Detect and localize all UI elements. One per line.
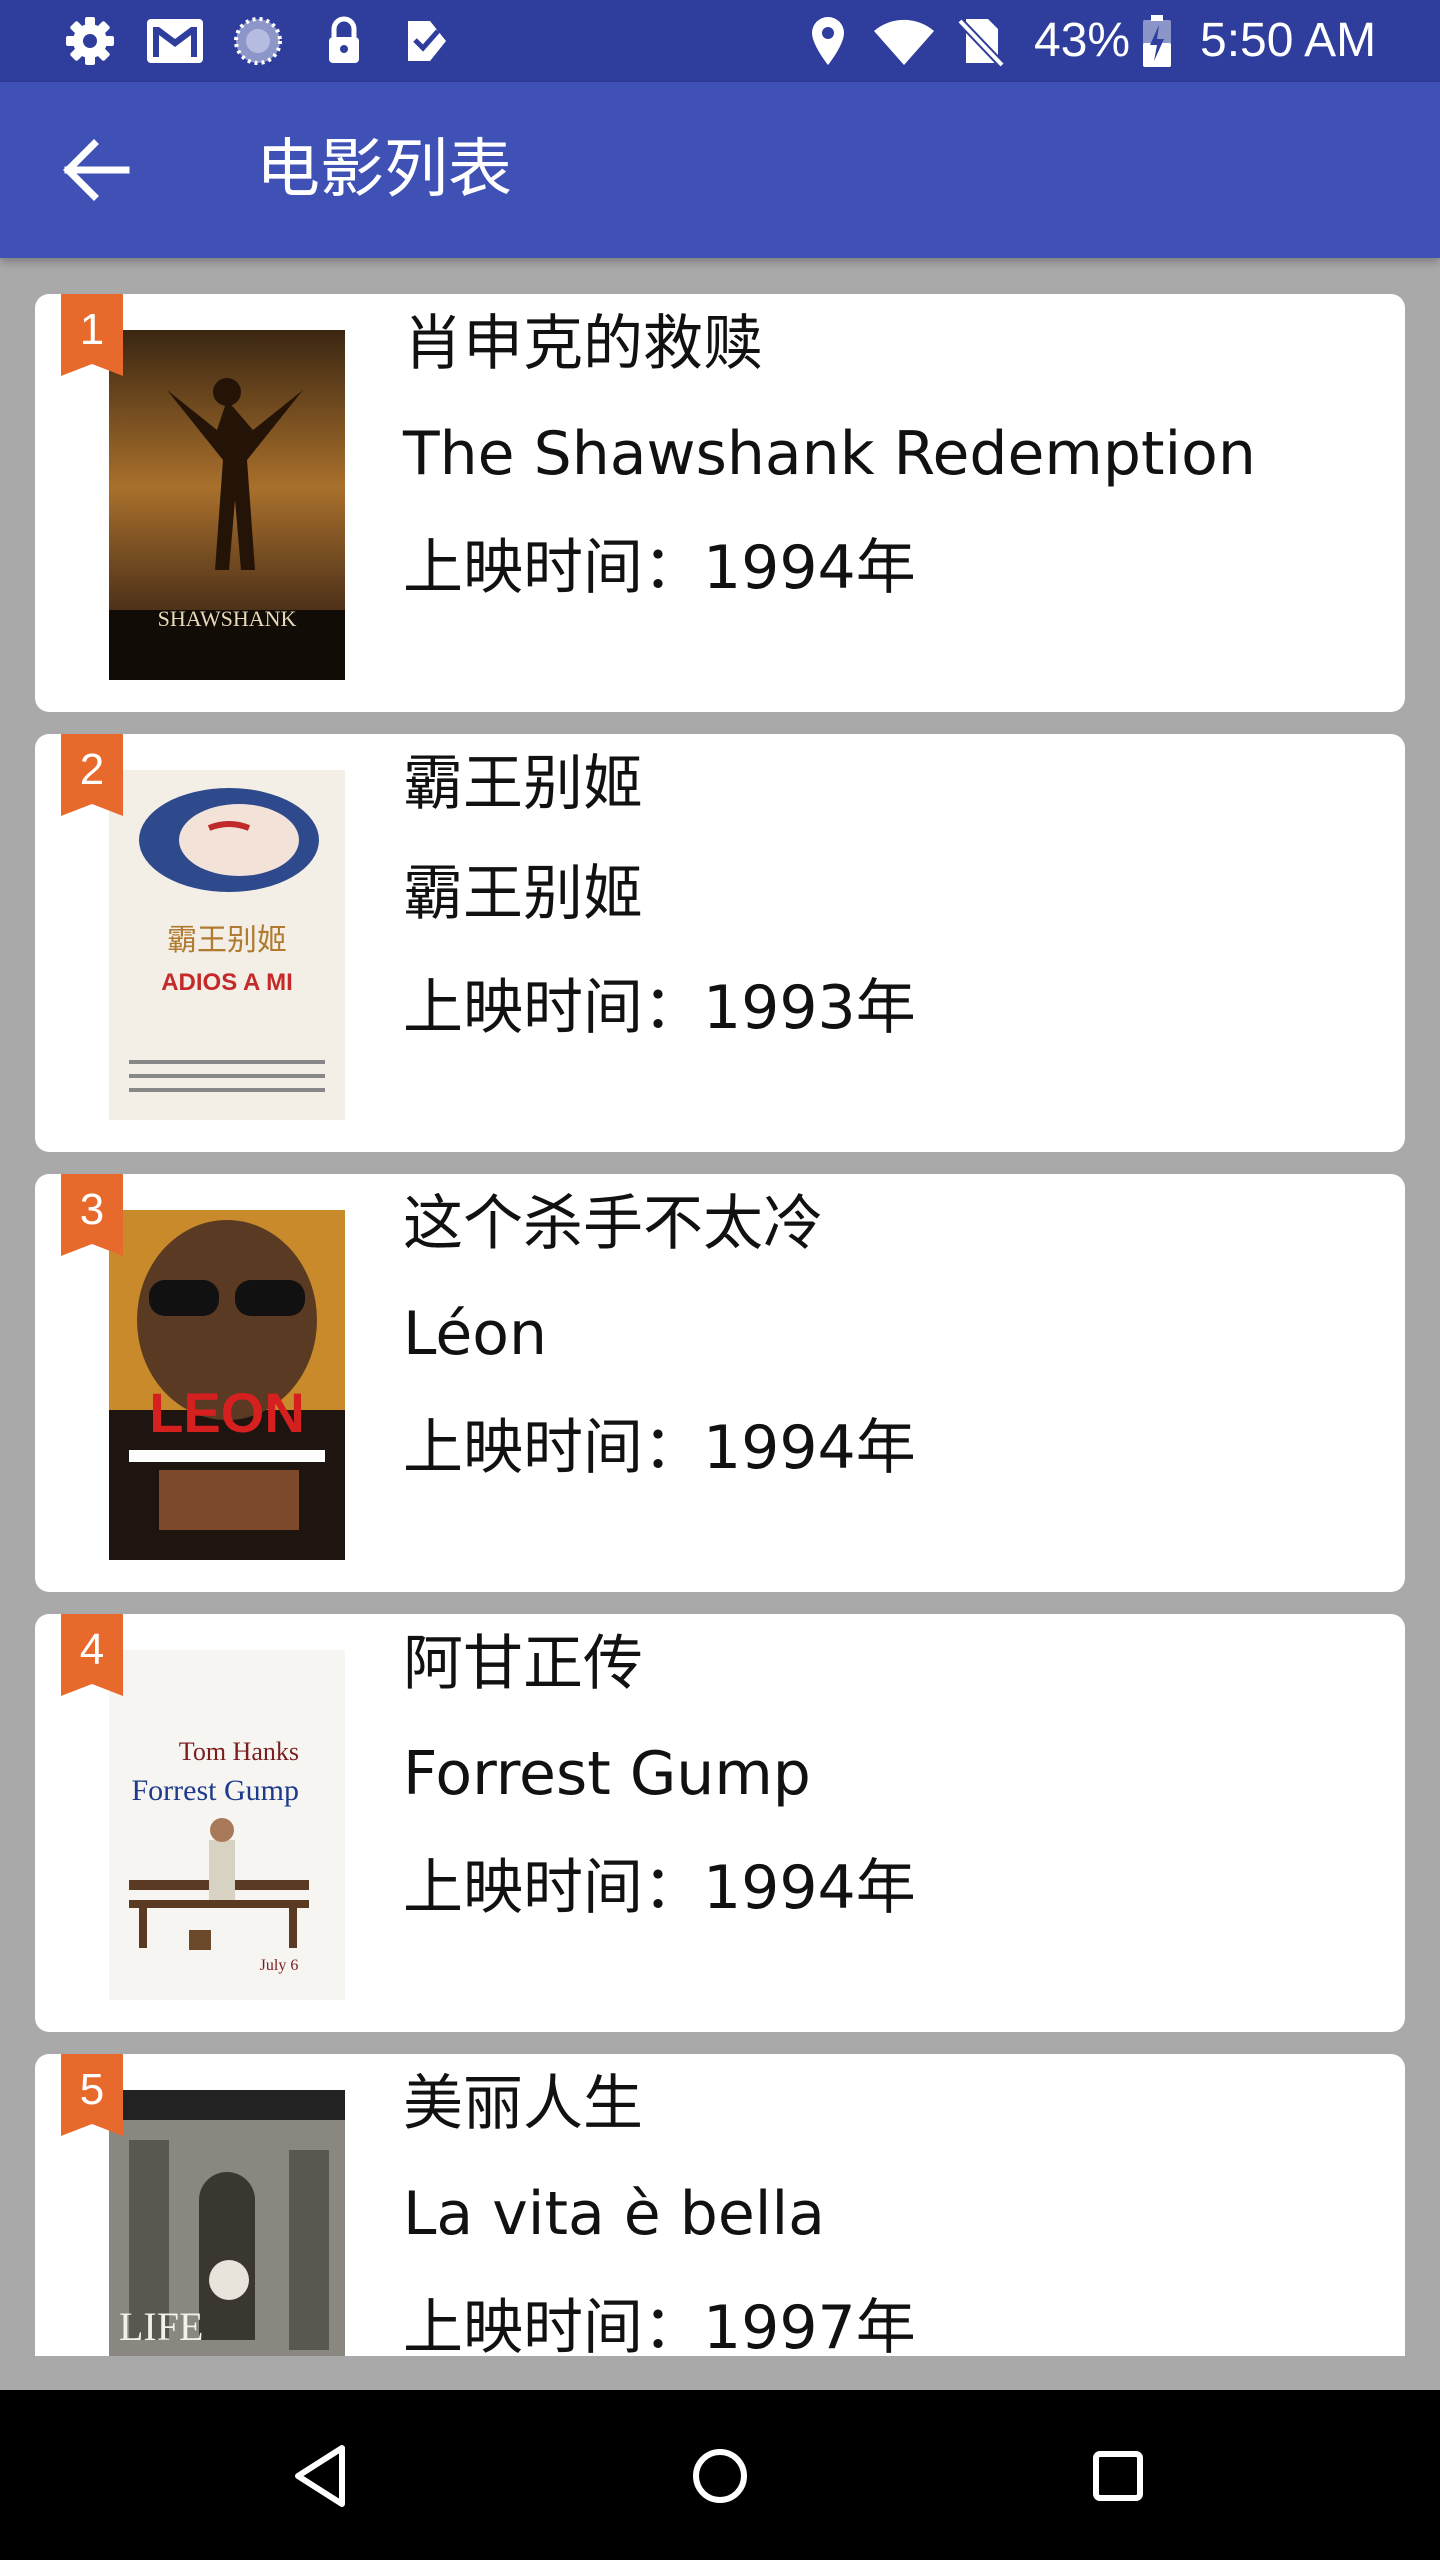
poster-text: ADIOS A MI: [161, 969, 293, 996]
svg-text:July 6: July 6: [260, 1957, 299, 1974]
rank-badge: 4: [61, 1614, 123, 1696]
movie-original-title: The Shawshank Redemption: [403, 419, 1256, 489]
movie-title: 美丽人生: [403, 2069, 643, 2139]
location-icon: [800, 13, 856, 69]
movie-title: 霸王别姬: [403, 749, 643, 819]
back-button[interactable]: [52, 130, 142, 210]
rank-badge: 5: [61, 2054, 123, 2136]
rank-badge: 1: [61, 294, 123, 376]
svg-text:Tom Hanks: Tom Hanks: [179, 1737, 299, 1766]
poster-text: SHAWSHANK: [158, 606, 297, 631]
back-triangle-icon: [295, 2445, 345, 2507]
movie-release-date: 上映时间：1997年: [403, 2293, 916, 2356]
movie-title: 阿甘正传: [403, 1629, 643, 1699]
movie-poster: 霸王别姬 ADIOS A MI: [109, 770, 345, 1120]
nav-recents-button[interactable]: [1068, 2426, 1168, 2526]
svg-text:霸王别姬: 霸王别姬: [167, 923, 287, 958]
status-bar: 43% 5:50 AM: [0, 0, 1440, 82]
rank-badge: 2: [61, 734, 123, 816]
home-circle-icon: [693, 2449, 747, 2503]
navigation-bar: [0, 2390, 1440, 2560]
movie-title: 肖申克的救赎: [403, 309, 763, 379]
poster-text: LIFE: [119, 2304, 203, 2349]
movie-release-date: 上映时间：1993年: [403, 973, 916, 1043]
movie-release-date: 上映时间：1994年: [403, 1413, 916, 1483]
movie-original-title: La vita è bella: [403, 2179, 825, 2249]
rank-number: 1: [79, 305, 105, 354]
movie-card[interactable]: LIFE 5 美丽人生 La vita è bella 上映时间：1997年: [35, 2054, 1405, 2356]
rank-number: 3: [79, 1185, 105, 1234]
movie-original-title: Forrest Gump: [403, 1739, 811, 1809]
no-sim-icon: [952, 13, 1008, 69]
recents-square-icon: [1093, 2451, 1143, 2501]
poster-text: LEON: [149, 1381, 305, 1444]
sync-icon: [230, 13, 286, 69]
rank-badge: 3: [61, 1174, 123, 1256]
movie-card[interactable]: 霸王别姬 ADIOS A MI 2 霸王别姬 霸王别姬 上映时间：1993年: [35, 734, 1405, 1152]
rank-number: 2: [79, 745, 105, 794]
rank-number: 5: [79, 2065, 105, 2114]
page-title: 电影列表: [256, 133, 512, 207]
movie-poster: SHAWSHANK: [109, 330, 345, 680]
movie-poster: LEON: [109, 1210, 345, 1560]
movie-original-title: 霸王别姬: [403, 859, 643, 929]
task-icon: [400, 13, 456, 69]
lock-icon: [316, 13, 372, 69]
movie-release-date: 上映时间：1994年: [403, 533, 916, 603]
battery-icon: [1140, 13, 1174, 69]
nav-back-button[interactable]: [272, 2426, 372, 2526]
gear-icon: [62, 13, 118, 69]
wifi-icon: [872, 13, 936, 69]
movie-card[interactable]: LEON 3 这个杀手不太冷 Léon 上映时间：1994年: [35, 1174, 1405, 1592]
arrow-left-icon: [63, 139, 130, 201]
movie-list[interactable]: SHAWSHANK 1 肖申克的救赎 The Shawshank Redempt…: [0, 258, 1440, 2356]
movie-card[interactable]: Tom Hanks Forrest Gump July 6 4 阿甘正传 For…: [35, 1614, 1405, 2032]
poster-text: Forrest Gump: [132, 1774, 300, 1807]
movie-original-title: Léon: [403, 1299, 548, 1369]
movie-poster: LIFE: [109, 2090, 345, 2356]
status-time: 5:50 AM: [1200, 14, 1377, 67]
movie-poster: Tom Hanks Forrest Gump July 6: [109, 1650, 345, 2000]
movie-release-date: 上映时间：1994年: [403, 1853, 916, 1923]
gmail-icon: [144, 13, 206, 69]
app-bar: 电影列表: [0, 82, 1440, 258]
rank-number: 4: [79, 1625, 105, 1674]
battery-percent: 43%: [1034, 14, 1131, 67]
movie-title: 这个杀手不太冷: [403, 1189, 823, 1259]
movie-card[interactable]: SHAWSHANK 1 肖申克的救赎 The Shawshank Redempt…: [35, 294, 1405, 712]
nav-home-button[interactable]: [670, 2426, 770, 2526]
